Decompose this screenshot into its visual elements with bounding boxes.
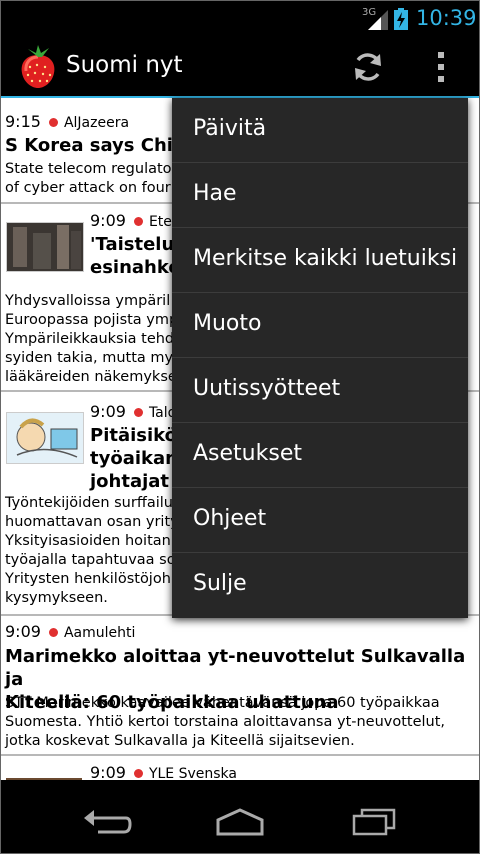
status-time: 10:39 [416, 6, 477, 30]
source-dot-icon [133, 407, 143, 417]
news-item-source: AlJazeera [63, 115, 130, 131]
menu-item-settings[interactable]: Asetukset [172, 423, 468, 488]
summary-line: STT Marimekko kaavailee vähentävänsä jop… [5, 695, 440, 711]
news-item-summary: Yhdysvalloissa ympäril Euroopassa pojist… [5, 292, 182, 387]
news-item-meta: 9:15 AlJazeera [5, 112, 129, 131]
news-item-source: Aamulehti [63, 625, 136, 641]
summary-line: Yhdysvalloissa ympäril [5, 293, 171, 309]
news-item-meta: 9:09 Etelä [90, 211, 184, 230]
menu-item-search[interactable]: Hae [172, 163, 468, 228]
news-item-time: 9:15 [5, 112, 41, 131]
home-icon[interactable] [214, 808, 266, 836]
menu-item-label: Uutissyötteet [193, 376, 341, 401]
menu-item-refresh[interactable]: Päivitä [172, 98, 468, 163]
strawberry-app-icon[interactable] [18, 45, 58, 89]
news-thumbnail-image [6, 222, 84, 272]
summary-line: Euroopassa pojista ymp [5, 312, 179, 328]
summary-line: Ympärileikkauksia tehd [5, 331, 175, 347]
summary-line: Yritysten henkilöstöjoh [5, 571, 171, 587]
news-item-time: 9:09 [90, 402, 126, 421]
news-item-summary: State telecom regulator of cyber attack … [5, 160, 184, 198]
news-item-summary: Työntekijöiden surffailu huomattavan osa… [5, 494, 179, 608]
news-item-time: 9:09 [5, 622, 41, 641]
news-item-meta: 9:09 YLE Svenska [90, 763, 237, 780]
source-dot-icon [133, 216, 143, 226]
menu-item-feeds[interactable]: Uutissyötteet [172, 358, 468, 423]
news-item[interactable]: 9:09 Aamulehti Marimekko aloittaa yt-neuv… [0, 616, 480, 754]
menu-item-label: Ohjeet [193, 506, 267, 531]
summary-line: lääkäreiden näkemykse [5, 369, 177, 385]
summary-line: huomattavan osan yrity [5, 514, 179, 530]
menu-item-format[interactable]: Muoto [172, 293, 468, 358]
status-bar [0, 0, 480, 38]
news-item-time: 9:09 [90, 763, 126, 780]
news-item-meta: 9:09 Talo [90, 402, 176, 421]
summary-line: Suomesta. Yhtiö kertoi torstaina aloitta… [5, 714, 446, 730]
menu-item-label: Päivitä [193, 116, 267, 141]
menu-item-label: Sulje [193, 571, 247, 596]
back-icon[interactable] [82, 806, 132, 836]
summary-line: työajalla tapahtuvaa so [5, 552, 176, 568]
summary-line: jotka koskevat Sulkavalla ja Kiteellä si… [5, 733, 355, 749]
menu-item-close[interactable]: Sulje [172, 553, 468, 617]
summary-line: Yksityisasioiden hoitan [5, 533, 171, 549]
summary-line: syiden takia, mutta myö [5, 350, 182, 366]
battery-charging-icon [394, 8, 408, 30]
source-dot-icon [48, 627, 58, 637]
menu-item-label: Muoto [193, 311, 262, 336]
news-item-time: 9:09 [90, 211, 126, 230]
source-dot-icon [48, 117, 58, 127]
menu-item-label: Merkitse kaikki luetuiksi [193, 246, 458, 271]
news-item-meta: 9:09 Aamulehti [5, 622, 135, 641]
summary-line: Työntekijöiden surffailu [5, 495, 173, 511]
news-item-summary: STT Marimekko kaavailee vähentävänsä jop… [5, 694, 445, 751]
recent-apps-icon[interactable] [350, 808, 398, 836]
news-item[interactable]: 9:09 YLE Svenska [0, 756, 480, 780]
news-thumbnail-image [6, 412, 84, 464]
summary-line: kysymykseen. [5, 590, 108, 606]
app-title: Suomi nyt [66, 52, 183, 78]
signal-icon [368, 10, 388, 30]
summary-line: State telecom regulator [5, 161, 178, 177]
menu-item-help[interactable]: Ohjeet [172, 488, 468, 553]
news-item-source: YLE Svenska [148, 766, 237, 780]
menu-item-mark-all-read[interactable]: Merkitse kaikki luetuiksi [172, 228, 468, 293]
menu-item-label: Asetukset [193, 441, 302, 466]
overflow-menu-icon[interactable] [436, 50, 446, 84]
headline-line: Marimekko aloittaa yt-neuvottelut Sulkav… [5, 646, 466, 690]
refresh-icon[interactable] [350, 49, 386, 85]
menu-item-label: Hae [193, 181, 237, 206]
summary-line: of cyber attack on four T [5, 180, 185, 196]
source-dot-icon [133, 768, 143, 778]
overflow-menu: Päivitä Hae Merkitse kaikki luetuiksi Mu… [172, 98, 468, 618]
